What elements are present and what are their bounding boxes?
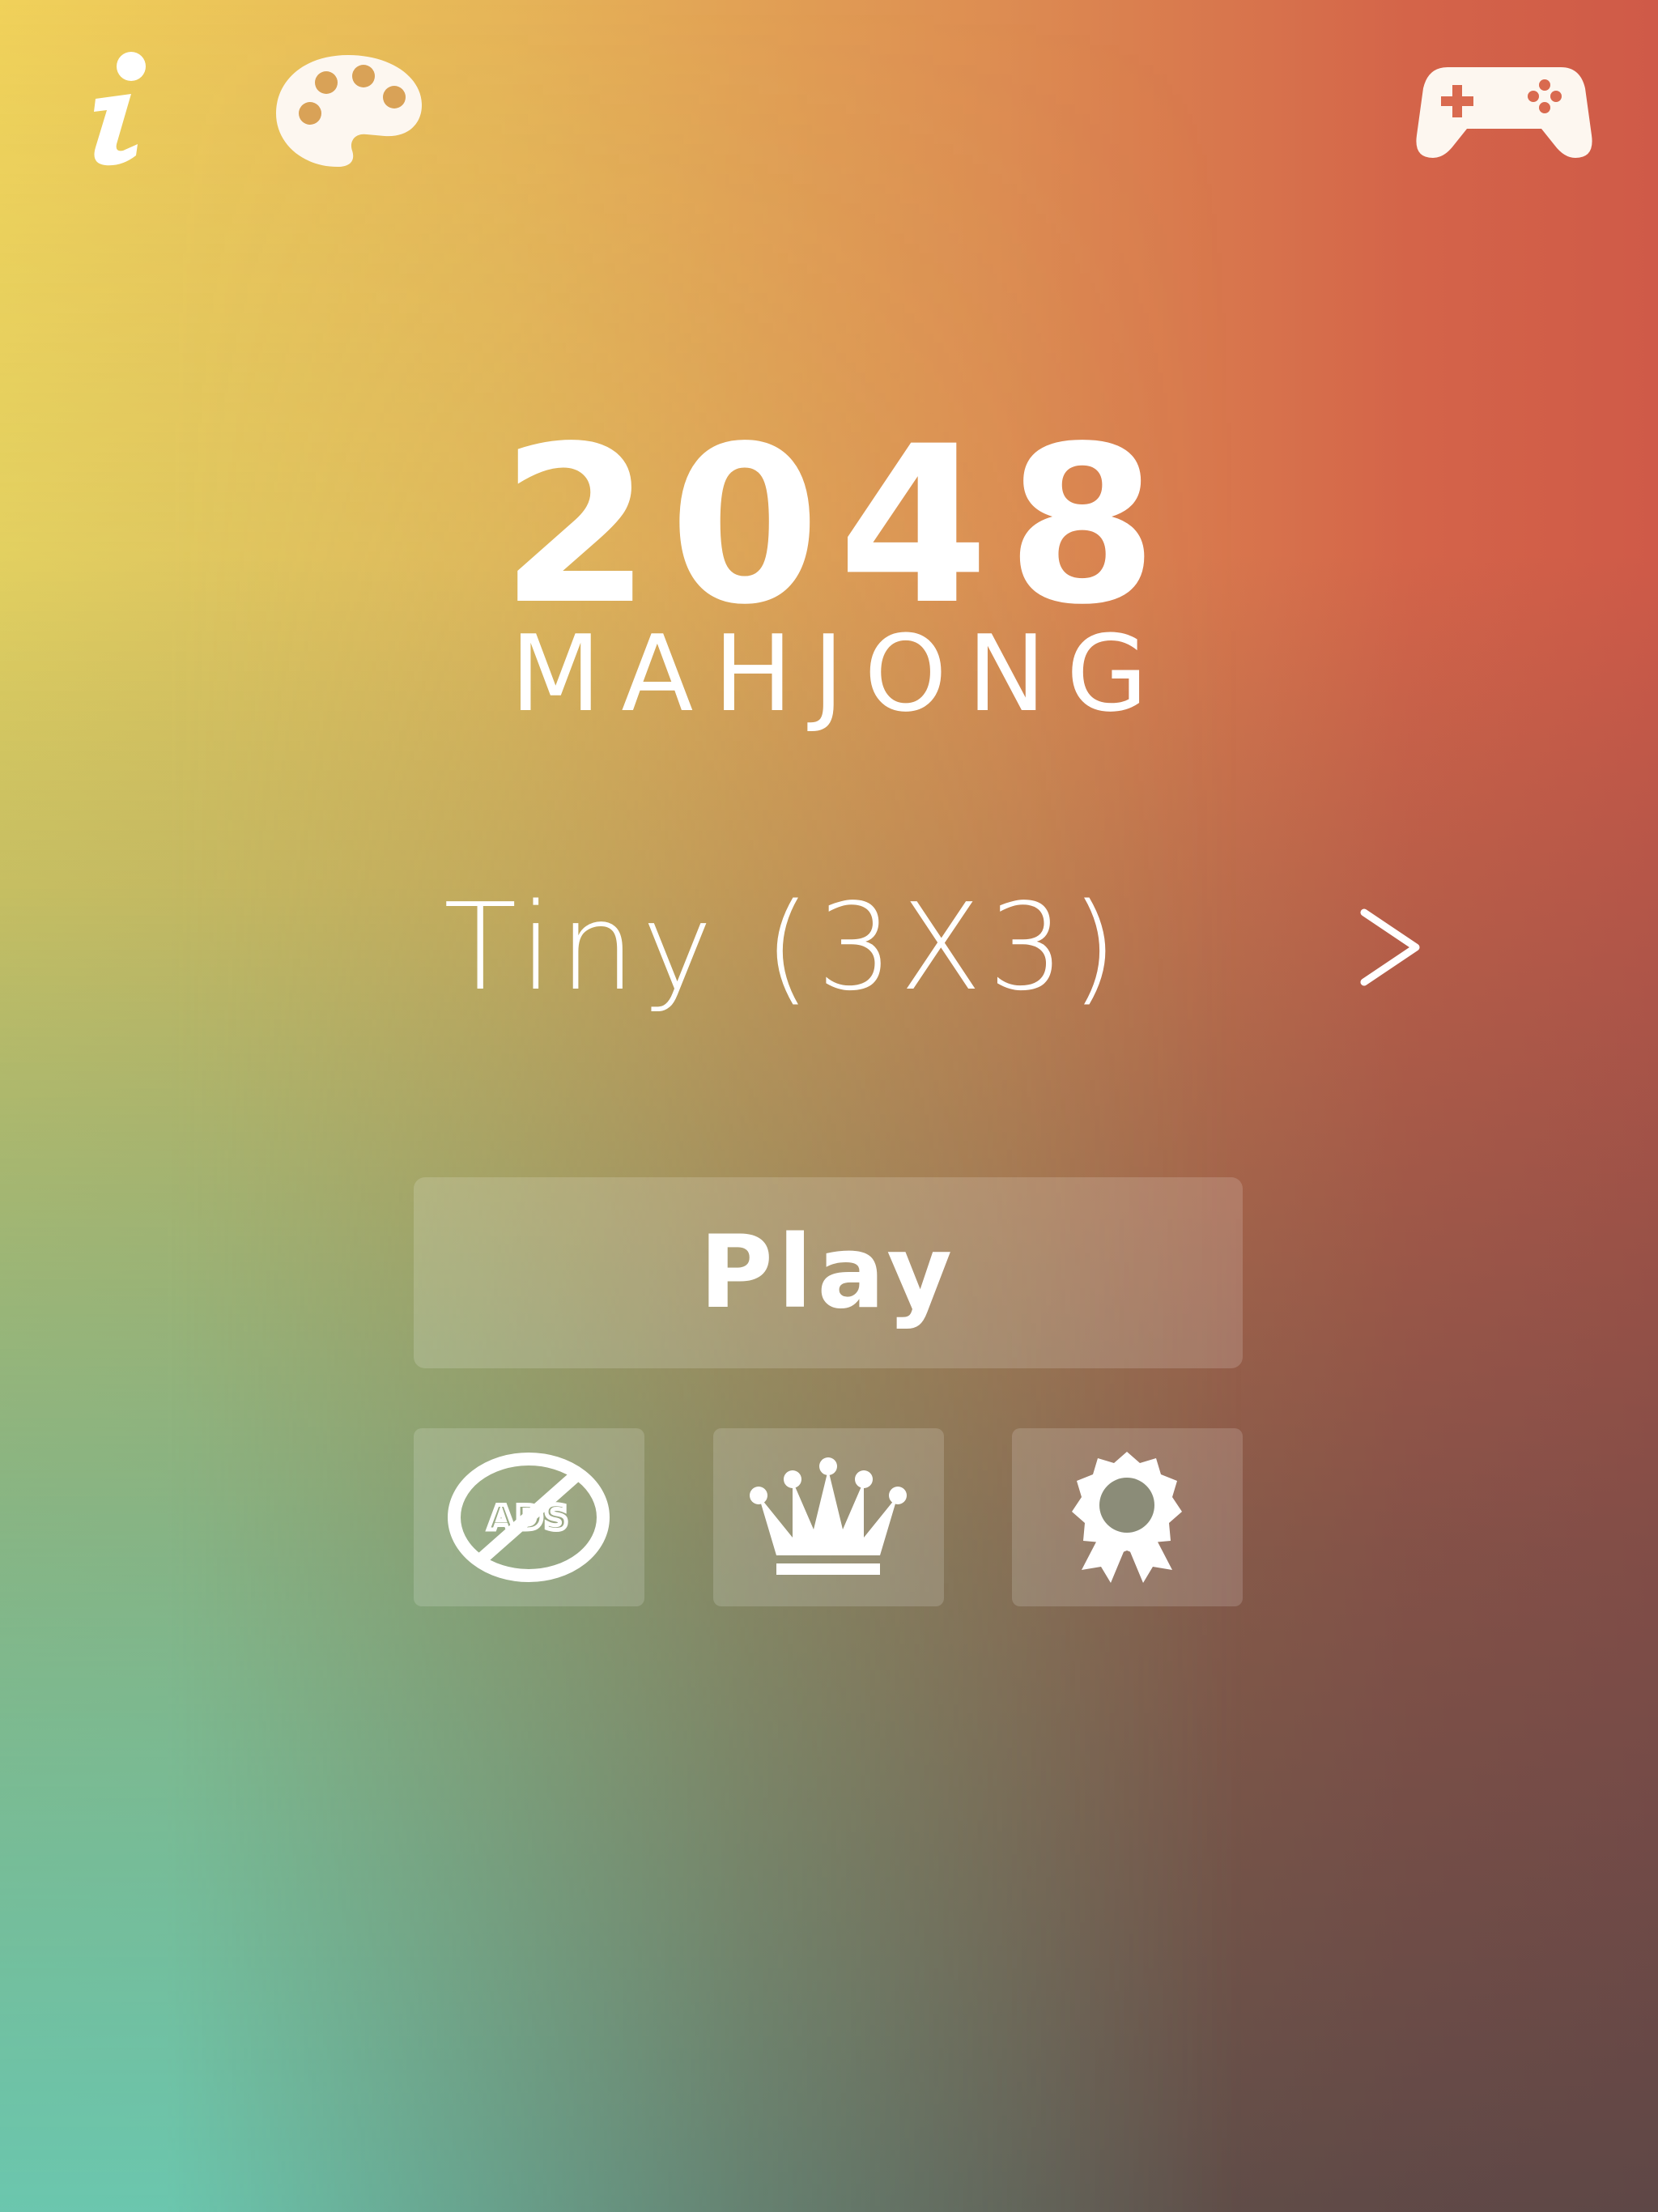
- gamepad-icon[interactable]: [1415, 61, 1593, 162]
- game-subtitle: MAHJONG: [510, 612, 1168, 735]
- background-gradient-overlay: [0, 0, 1658, 2212]
- chevron-right-icon[interactable]: [1348, 903, 1429, 992]
- play-button[interactable]: Play: [414, 1177, 1243, 1368]
- info-icon[interactable]: [81, 49, 162, 170]
- crown-icon: [750, 1457, 907, 1575]
- palette-icon[interactable]: [271, 49, 425, 170]
- leaderboard-button[interactable]: [713, 1428, 944, 1606]
- svg-text:ADS: ADS: [488, 1498, 570, 1538]
- board-size-label: Tiny (3X3): [444, 878, 1124, 1017]
- game-title: 2048: [500, 400, 1175, 653]
- board-size-selector[interactable]: Tiny (3X3): [0, 874, 1658, 1020]
- no-ads-icon: ADS: [448, 1453, 610, 1582]
- award-ribbon-icon: [1072, 1452, 1182, 1583]
- achievements-button[interactable]: [1012, 1428, 1243, 1606]
- remove-ads-button[interactable]: ADS: [414, 1428, 644, 1606]
